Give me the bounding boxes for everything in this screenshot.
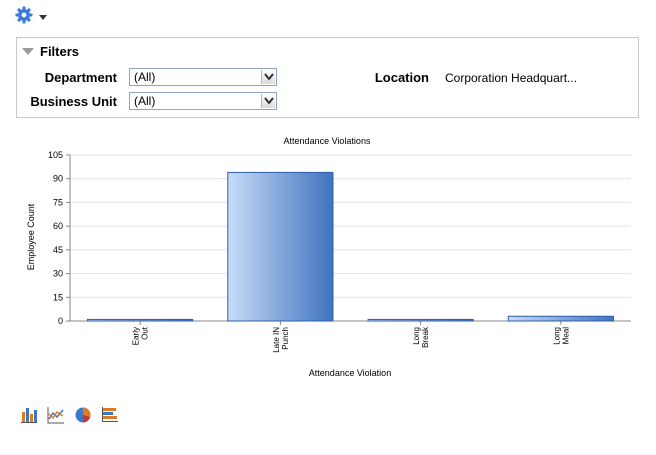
business-unit-select[interactable]: (All)	[129, 92, 277, 110]
y-tick-label: 15	[53, 292, 63, 302]
x-axis-label: Attendance Violation	[309, 368, 391, 378]
x-tick-label-line: Late IN	[272, 327, 281, 353]
y-tick-label: 75	[53, 197, 63, 207]
chevron-down-icon	[39, 14, 47, 20]
x-tick-label: Early Out	[132, 326, 150, 345]
chart-title: Attendance Violations	[284, 136, 371, 146]
chart-type-toolbar	[20, 406, 119, 424]
x-tick-label: Long Break	[412, 326, 430, 348]
business-unit-label: Business Unit	[30, 94, 117, 109]
filters-toggle[interactable]: Filters	[22, 44, 79, 59]
department-label: Department	[44, 70, 117, 85]
y-tick-label: 60	[53, 221, 63, 231]
x-tick-label-line: Punch	[281, 327, 290, 350]
bar-long-break[interactable]	[367, 318, 474, 322]
dropdown-arrow-icon	[261, 94, 275, 108]
x-tick-label: Late IN Punch	[272, 327, 290, 353]
department-select[interactable]: (All)	[129, 68, 277, 86]
bar-late-in-punch[interactable]	[227, 171, 334, 322]
bar-chart-icon	[21, 408, 37, 423]
x-tick-label: Long Meal	[552, 327, 570, 345]
y-tick-label: 0	[58, 316, 63, 326]
location-value: Corporation Headquart...	[445, 71, 578, 85]
pie-chart-icon	[75, 407, 91, 423]
department-value: (All)	[134, 70, 156, 84]
x-tick-label-line: Break	[421, 326, 430, 348]
x-tick-label-line: Early	[132, 327, 141, 345]
y-tick-label: 105	[48, 150, 63, 160]
gear-icon	[15, 6, 33, 29]
y-tick-label: 45	[53, 245, 63, 255]
y-tick-label: 90	[53, 174, 63, 184]
horizontal-bar-chart-button[interactable]	[101, 406, 119, 424]
x-tick-label-line: Long	[412, 327, 421, 345]
y-tick-label: 30	[53, 269, 63, 279]
x-tick-label-line: Long	[552, 327, 561, 345]
bar-chart-button[interactable]	[20, 406, 38, 424]
line-chart-icon	[47, 407, 64, 424]
horizontal-bar-chart-icon	[102, 407, 118, 422]
chart-svg: Attendance Violations 0 15 30 45 60 75 90 105 Ea…	[26, 136, 631, 378]
bar-long-meal[interactable]	[507, 315, 614, 322]
collapse-triangle-icon	[22, 48, 34, 55]
gear-menu-button[interactable]	[15, 6, 47, 29]
pie-chart-button[interactable]	[74, 406, 92, 424]
business-unit-value: (All)	[134, 94, 156, 108]
attendance-violations-chart: Attendance Violations 0 15 30 45 60 75 90 105 Ea…	[0, 130, 656, 390]
x-tick-label-line: Meal	[561, 327, 570, 345]
filters-panel: Filters Department (All) Business Unit (…	[16, 37, 639, 118]
y-axis-label: Employee Count	[26, 203, 36, 270]
location-label: Location	[374, 70, 429, 85]
x-tick-label-line: Out	[141, 326, 150, 340]
filters-title: Filters	[40, 44, 80, 59]
dropdown-arrow-icon	[261, 70, 275, 84]
line-chart-button[interactable]	[47, 406, 65, 424]
bar-early-out[interactable]	[87, 318, 194, 322]
